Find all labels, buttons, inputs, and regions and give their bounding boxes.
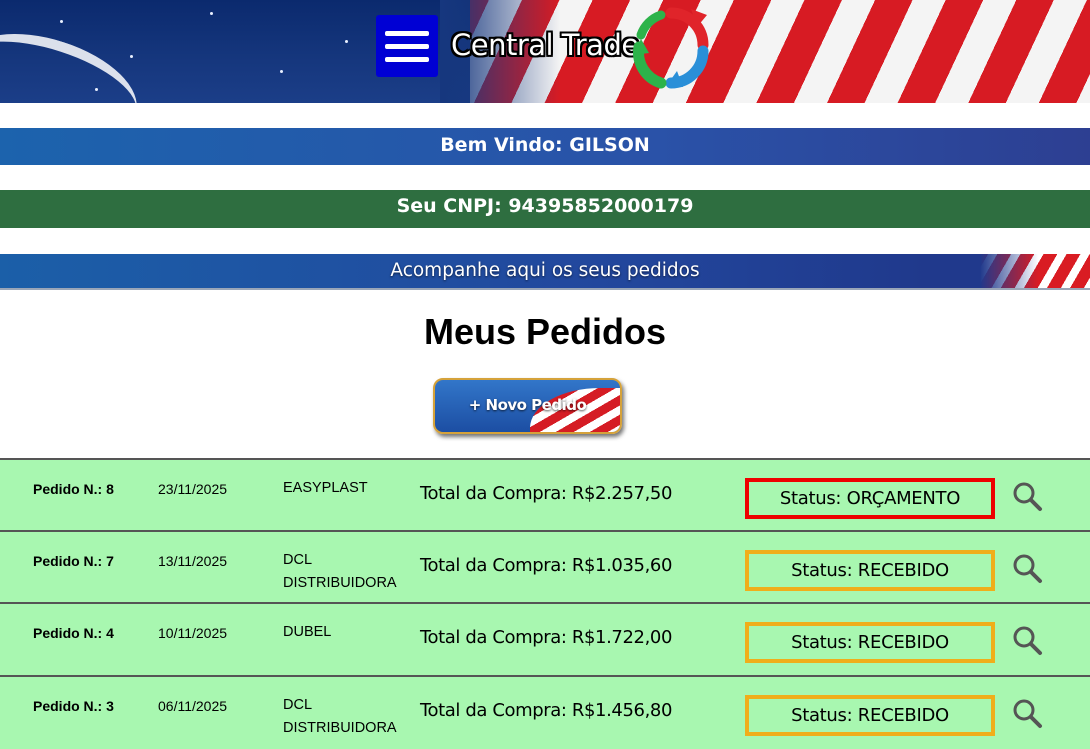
- order-number: Pedido N.: 8: [33, 481, 114, 497]
- order-date: 06/11/2025: [158, 698, 228, 714]
- star-decoration: [95, 88, 98, 91]
- status-badge: Status: RECEBIDO: [745, 695, 995, 736]
- order-total: Total da Compra: R$1.722,00: [420, 627, 673, 648]
- order-row[interactable]: Pedido N.: 8 23/11/2025 EASYPLAST Total …: [0, 458, 1090, 531]
- welcome-banner: Bem Vindo: GILSON: [0, 128, 1090, 165]
- order-vendor: DUBEL: [283, 624, 332, 640]
- search-icon[interactable]: [1011, 552, 1043, 584]
- star-decoration: [280, 70, 283, 73]
- search-icon[interactable]: [1011, 697, 1043, 729]
- order-vendor: DCL DISTRIBUIDORA: [283, 697, 397, 736]
- tracking-text: Acompanhe aqui os seus pedidos: [390, 260, 700, 281]
- star-decoration: [130, 55, 133, 58]
- order-vendor: EASYPLAST: [283, 480, 368, 496]
- status-badge: Status: ORÇAMENTO: [745, 478, 995, 519]
- order-row[interactable]: Pedido N.: 7 13/11/2025 DCL DISTRIBUIDOR…: [0, 530, 1090, 603]
- flag-decoration: [980, 254, 1090, 288]
- cnpj-text: Seu CNPJ: 94395852000179: [396, 195, 694, 217]
- order-date: 23/11/2025: [158, 481, 228, 497]
- star-decoration: [210, 12, 213, 15]
- app-header: Central Trade: [0, 0, 1090, 103]
- tracking-banner: Acompanhe aqui os seus pedidos: [0, 254, 1090, 290]
- order-date: 10/11/2025: [158, 625, 228, 641]
- star-decoration: [60, 20, 63, 23]
- order-row[interactable]: Pedido N.: 4 10/11/2025 DUBEL Total da C…: [0, 602, 1090, 676]
- order-number: Pedido N.: 4: [33, 625, 114, 641]
- new-order-label: + Novo Pedido: [468, 396, 587, 414]
- status-badge: Status: RECEBIDO: [745, 622, 995, 663]
- menu-bar: [385, 30, 429, 36]
- order-date: 13/11/2025: [158, 553, 228, 569]
- hamburger-menu-icon[interactable]: [376, 15, 438, 77]
- menu-bar: [385, 56, 429, 62]
- new-order-button[interactable]: + Novo Pedido: [433, 378, 622, 434]
- brand-title: Central Trade: [451, 28, 639, 62]
- star-decoration: [345, 40, 348, 43]
- search-icon[interactable]: [1011, 480, 1043, 512]
- status-badge: Status: RECEBIDO: [745, 550, 995, 591]
- cnpj-banner: Seu CNPJ: 94395852000179: [0, 190, 1090, 228]
- page-title: Meus Pedidos: [423, 311, 667, 352]
- order-number: Pedido N.: 3: [33, 698, 114, 714]
- order-vendor: DCL DISTRIBUIDORA: [283, 552, 397, 591]
- order-row[interactable]: Pedido N.: 3 06/11/2025 DCL DISTRIBUIDOR…: [0, 675, 1090, 749]
- order-total: Total da Compra: R$1.035,60: [420, 555, 673, 576]
- welcome-text: Bem Vindo: GILSON: [440, 134, 650, 156]
- order-total: Total da Compra: R$2.257,50: [420, 483, 673, 504]
- order-total: Total da Compra: R$1.456,80: [420, 700, 673, 721]
- order-number: Pedido N.: 7: [33, 553, 114, 569]
- refresh-arrows-logo: [633, 7, 709, 89]
- header-swoosh: [0, 14, 150, 103]
- menu-bar: [385, 43, 429, 49]
- search-icon[interactable]: [1011, 624, 1043, 656]
